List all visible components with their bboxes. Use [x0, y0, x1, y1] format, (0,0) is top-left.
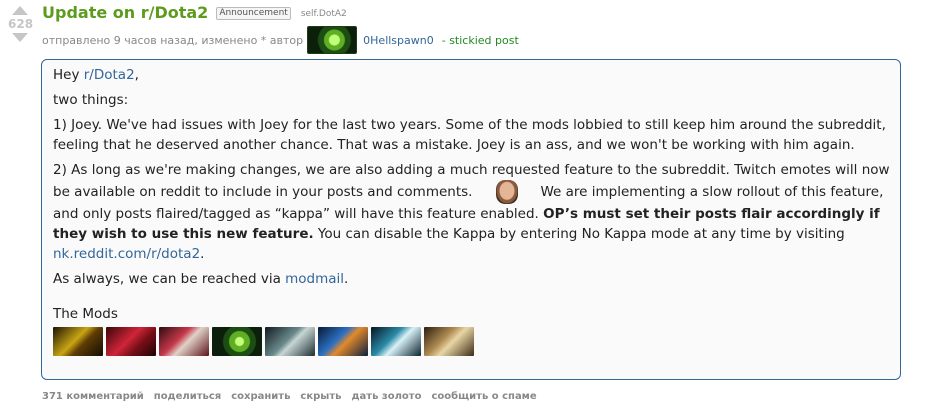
- post-domain[interactable]: self.DotA2: [301, 9, 347, 19]
- stickied-label: - stickied post: [441, 33, 519, 47]
- greeting-comma: ,: [134, 67, 139, 83]
- upvote-arrow-icon[interactable]: [12, 6, 28, 15]
- post-title[interactable]: Update on r/Dota2: [42, 3, 208, 22]
- gild-button[interactable]: дать золото: [351, 391, 421, 402]
- post-body: Hey r/Dota2, two things: 1) Joey. We've …: [41, 59, 901, 380]
- tagline-text: отправлено 9 часов назад, изменено * авт…: [42, 33, 304, 47]
- emotes-text-c: You can disable the Kappa by entering No…: [313, 226, 845, 242]
- contact-end: .: [344, 271, 349, 287]
- kappa-emote-icon: [496, 180, 519, 204]
- subreddit-link[interactable]: r/Dota2: [84, 67, 135, 83]
- author-flair-icon: [307, 26, 358, 54]
- paragraph-emotes: 2) As long as we're making changes, we a…: [53, 160, 890, 264]
- hero-icon-5: [265, 327, 315, 356]
- post-buttons: 371 комментарий поделиться сохранить скр…: [42, 391, 537, 402]
- author-link[interactable]: 0Hellspawn0: [363, 34, 434, 47]
- hero-icon-6: [318, 327, 368, 356]
- hero-icon-2: [106, 327, 156, 356]
- intro-text: two things:: [53, 92, 129, 108]
- share-button[interactable]: поделиться: [154, 391, 221, 402]
- hero-icon-8: [424, 327, 474, 356]
- report-button[interactable]: сообщить о спаме: [431, 391, 536, 402]
- signature: The Mods: [53, 306, 118, 322]
- tagline: отправлено 9 часов назад, изменено * авт…: [42, 26, 519, 54]
- comments-button[interactable]: 371 комментарий: [42, 391, 144, 402]
- paragraph-joey: 1) Joey. We've had issues with Joey for …: [53, 117, 886, 153]
- greeting-text: Hey: [53, 67, 84, 83]
- hero-icon-3: [159, 327, 209, 356]
- score: 628: [8, 17, 34, 31]
- post-flair: Announcement: [216, 7, 291, 20]
- downvote-arrow-icon[interactable]: [12, 33, 28, 42]
- hero-icon-1: [53, 327, 103, 356]
- reddit-post: 628 Update on r/Dota2 Announcement self.…: [0, 0, 926, 404]
- nokappa-link[interactable]: nk.reddit.com/r/dota2: [53, 246, 200, 262]
- hero-icon-7: [371, 327, 421, 356]
- mod-hero-icons: [53, 327, 890, 356]
- greeting: Hey r/Dota2,: [53, 65, 890, 85]
- paragraph-contact: As always, we can be reached via modmail…: [53, 269, 890, 289]
- title-row: Update on r/Dota2 Announcement self.DotA…: [42, 3, 347, 23]
- save-button[interactable]: сохранить: [231, 391, 290, 402]
- hero-icon-4: [212, 327, 262, 356]
- hide-button[interactable]: скрыть: [300, 391, 341, 402]
- contact-text: As always, we can be reached via: [53, 271, 286, 287]
- emotes-text-end: .: [200, 246, 205, 262]
- vote-column: 628: [8, 4, 34, 42]
- modmail-link[interactable]: modmail: [285, 271, 344, 287]
